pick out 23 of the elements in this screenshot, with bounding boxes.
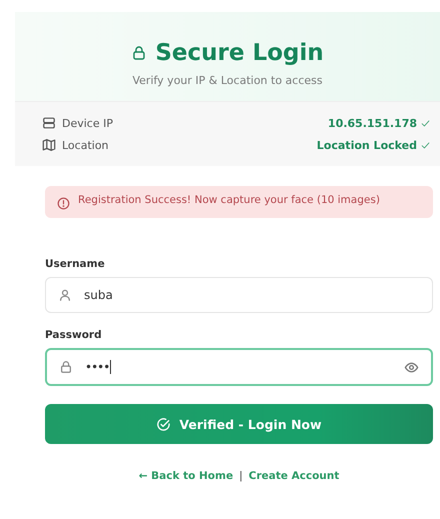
login-button[interactable]: Verified - Login Now bbox=[45, 404, 433, 444]
info-value: Location Locked bbox=[316, 138, 417, 152]
field-label: Password bbox=[45, 329, 103, 341]
alert-message: Registration Success! Now capture your face (10 images) bbox=[78, 194, 380, 208]
info-label: Location bbox=[62, 138, 109, 152]
map-icon bbox=[42, 138, 56, 152]
info-value: 10.65.151.178 bbox=[328, 116, 417, 130]
server-icon bbox=[42, 116, 56, 130]
check-circle-icon bbox=[156, 416, 172, 432]
info-label: Device IP bbox=[62, 116, 113, 130]
link-separator: | bbox=[239, 470, 243, 482]
field-label: Username bbox=[45, 258, 106, 270]
eye-icon[interactable] bbox=[404, 360, 419, 374]
nav-link[interactable]: Create Account bbox=[248, 470, 340, 482]
username-field[interactable]: suba bbox=[45, 277, 433, 313]
lock-icon bbox=[131, 45, 148, 61]
page-title: Secure Login bbox=[155, 40, 324, 66]
nav-link[interactable]: ← Back to Home bbox=[138, 470, 234, 482]
lock-icon bbox=[59, 360, 73, 374]
subtitle: Verify your IP & Location to access bbox=[132, 74, 322, 87]
password-field[interactable]: •••• bbox=[45, 348, 433, 386]
alert-icon bbox=[57, 197, 70, 210]
user-icon bbox=[58, 288, 72, 302]
